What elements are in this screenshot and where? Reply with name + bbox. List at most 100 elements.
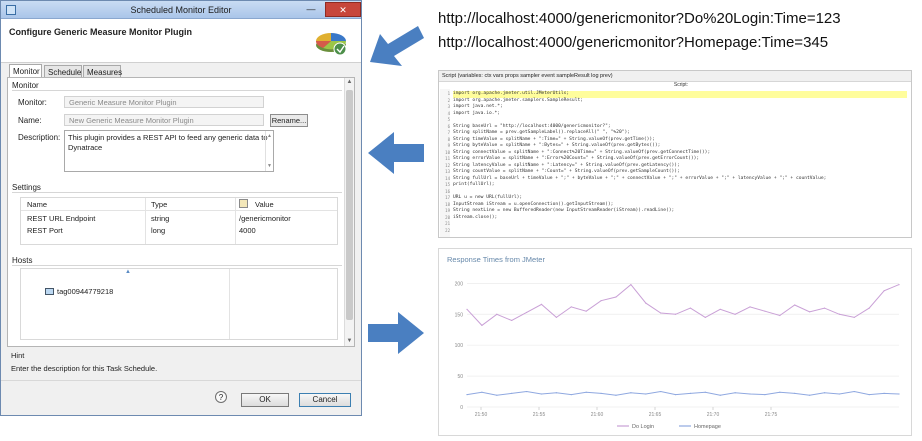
data-point xyxy=(555,392,557,394)
data-point xyxy=(645,302,647,304)
legend-label: Homepage xyxy=(694,424,721,430)
data-point xyxy=(555,316,557,318)
data-point xyxy=(600,392,602,394)
hint-title: Hint xyxy=(11,351,25,360)
y-tick-label: 150 xyxy=(455,312,464,318)
data-point xyxy=(704,391,706,393)
data-point xyxy=(630,284,632,286)
setting-type: string xyxy=(151,214,170,223)
data-point xyxy=(749,306,751,308)
column-header-value[interactable]: Value xyxy=(255,200,274,209)
section-hosts: Hosts xyxy=(12,256,33,265)
help-icon[interactable]: ? xyxy=(215,391,227,403)
scroll-up-arrow-icon[interactable]: ▲ xyxy=(345,78,354,87)
section-divider xyxy=(12,90,342,91)
script-subheader: Script: xyxy=(673,82,689,88)
host-name: tag00944779218 xyxy=(57,287,114,296)
data-point xyxy=(734,392,736,394)
scrollbar-thumb[interactable] xyxy=(346,90,353,320)
data-point xyxy=(570,394,572,396)
column-separator xyxy=(145,198,146,244)
data-point xyxy=(823,392,826,394)
data-point xyxy=(511,319,513,322)
data-point xyxy=(794,392,796,394)
section-settings: Settings xyxy=(12,183,41,192)
hint-text: Enter the description for this Task Sche… xyxy=(11,364,158,373)
data-point xyxy=(719,308,721,310)
setting-value[interactable]: 4000 xyxy=(239,226,256,235)
data-point xyxy=(674,313,677,315)
sort-arrow-icon[interactable]: ▲ xyxy=(125,269,131,275)
data-point xyxy=(868,394,870,396)
tab-monitor[interactable]: Monitor xyxy=(9,64,42,78)
y-tick-label: 200 xyxy=(455,281,464,287)
code-line[interactable]: String fullUrl = baseUrl + timeValue + "… xyxy=(453,176,826,183)
data-point xyxy=(660,312,662,314)
data-point xyxy=(779,391,781,393)
ok-button[interactable]: OK xyxy=(241,393,289,407)
name-field[interactable]: New Generic Measure Monitor Plugin xyxy=(64,114,264,126)
data-point xyxy=(764,310,766,312)
arrow-left-up-icon xyxy=(370,26,424,66)
data-point xyxy=(898,393,900,395)
cancel-button[interactable]: Cancel xyxy=(299,393,351,407)
code-line[interactable]: print(fullUrl); xyxy=(453,182,495,189)
settings-table: Name Type Value REST URL Endpoint string… xyxy=(20,197,338,245)
data-point xyxy=(585,391,587,393)
close-button[interactable]: ✕ xyxy=(325,2,361,17)
data-point xyxy=(838,313,841,315)
y-tick-label: 0 xyxy=(460,405,463,411)
textarea-scrollbar[interactable]: ▲ ▼ xyxy=(265,131,273,171)
chart-plot: 0 50 100 150 200 21:50 21:55 21:60 21:65 21:70 21:… xyxy=(455,281,900,430)
script-editor[interactable]: Script (variables: ctx vars props sample… xyxy=(438,70,912,238)
description-textarea[interactable]: This plugin provides a REST API to feed … xyxy=(64,130,274,172)
data-point xyxy=(809,311,811,313)
url-homepage: http://localhost:4000/genericmonitor?Hom… xyxy=(438,34,829,51)
x-tick-label: 21:55 xyxy=(533,412,546,418)
code-line[interactable]: import java.io.*; xyxy=(453,111,500,118)
line-number: 22 xyxy=(445,227,450,233)
data-point xyxy=(466,394,468,396)
script-header: Script (variables: ctx vars props sample… xyxy=(439,71,911,82)
series-line-do-login xyxy=(466,283,900,327)
data-point xyxy=(525,390,528,393)
data-point xyxy=(853,390,855,393)
column-header-name[interactable]: Name xyxy=(27,200,47,209)
page-title: Configure Generic Measure Monitor Plugin xyxy=(9,27,193,37)
setting-name: REST URL Endpoint xyxy=(27,214,96,223)
data-point xyxy=(600,300,602,302)
rename-button[interactable]: Rename... xyxy=(270,114,308,127)
data-point xyxy=(481,324,483,326)
y-tick-label: 50 xyxy=(457,374,463,380)
url-do-login: http://localhost:4000/genericmonitor?Do%… xyxy=(438,10,841,27)
scroll-down-arrow-icon[interactable]: ▼ xyxy=(345,337,354,346)
data-point xyxy=(615,394,617,396)
vertical-scrollbar[interactable]: ▲ ▼ xyxy=(344,78,354,346)
y-tick-label: 100 xyxy=(455,343,464,349)
data-point xyxy=(466,308,468,310)
data-point xyxy=(496,313,498,315)
section-divider xyxy=(12,192,342,193)
x-tick-label: 21:50 xyxy=(475,412,488,418)
data-point xyxy=(898,284,900,286)
section-monitor: Monitor xyxy=(12,81,39,90)
section-divider xyxy=(12,265,342,266)
data-point xyxy=(749,393,751,395)
monitor-field: Generic Measure Monitor Plugin xyxy=(64,96,264,108)
column-separator xyxy=(229,269,230,339)
setting-value[interactable]: /genericmonitor xyxy=(239,214,291,223)
hint-area: Hint Enter the description for this Task… xyxy=(7,349,355,377)
scheduled-monitor-editor-window: Scheduled Monitor Editor — ✕ Configure G… xyxy=(0,0,362,416)
monitor-label: Monitor: xyxy=(18,98,47,107)
data-point xyxy=(704,316,706,318)
name-label: Name: xyxy=(18,116,42,125)
column-header-type[interactable]: Type xyxy=(151,200,167,209)
data-point xyxy=(630,392,632,394)
data-point xyxy=(853,316,855,318)
code-line[interactable]: iStream.close(); xyxy=(453,215,497,222)
footer-divider xyxy=(1,380,361,381)
setting-type: long xyxy=(151,226,166,235)
data-point xyxy=(540,393,543,395)
pie-chart-icon xyxy=(315,33,347,56)
minimize-button[interactable]: — xyxy=(300,2,322,17)
